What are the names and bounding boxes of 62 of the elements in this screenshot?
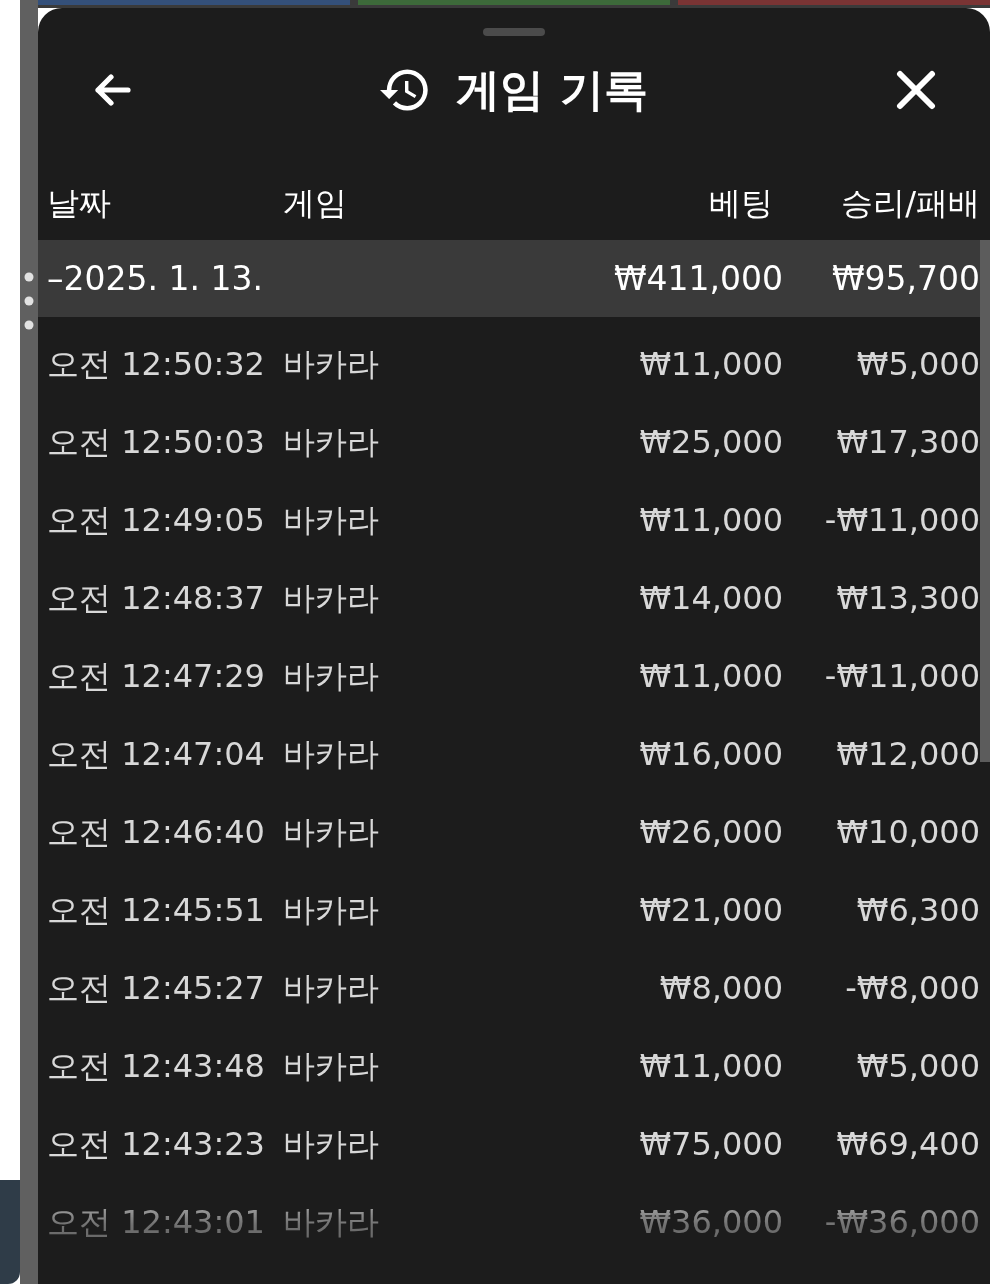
game-cell-text: 바카라 (283, 657, 380, 695)
game-cell-text: 바카라 (283, 969, 380, 1007)
time-cell-text: 오전 12:48:37 (47, 579, 266, 617)
drag-handle[interactable] (483, 28, 545, 36)
time-cell-text: 오전 12:50:32 (47, 345, 266, 383)
column-header: 게임 (283, 184, 348, 222)
game-cell-text: 바카라 (283, 813, 380, 851)
result-cell-text: ₩17,300 (835, 423, 980, 461)
time-cell-text: 오전 12:45:51 (47, 891, 266, 929)
game-cell-text: 바카라 (283, 735, 380, 773)
bet-cell-text: ₩14,000 (638, 579, 783, 617)
bet-cell-text: ₩36,000 (638, 1203, 783, 1241)
bet-cell-text: ₩21,000 (638, 891, 783, 929)
game-cell-text: 바카라 (283, 579, 380, 617)
time-cell-text: 오전 12:43:48 (47, 1047, 266, 1085)
result-cell-text: ₩5,000 (855, 1047, 980, 1085)
game-cell-text: 바카라 (283, 345, 380, 383)
time-cell-text: 오전 12:43:01 (47, 1203, 266, 1241)
game-cell-text: 바카라 (283, 891, 380, 929)
game-cell-text: 바카라 (283, 501, 380, 539)
date-group-row[interactable]: –2025. 1. 13. ₩411,000 ₩95,700 (38, 240, 980, 317)
game-cell-text: 바카라 (283, 1203, 380, 1241)
time-cell-text: 오전 12:47:04 (47, 735, 266, 773)
result-cell-text: ₩6,300 (855, 891, 980, 929)
result-cell-text: -₩36,000 (823, 1203, 980, 1241)
bet-cell-text: ₩11,000 (638, 657, 783, 695)
result-cell-text: ₩13,300 (835, 579, 980, 617)
result-cell-text: -₩8,000 (844, 969, 980, 1007)
result-cell-text: ₩10,000 (835, 813, 980, 851)
game-cell-text: 바카라 (283, 1047, 380, 1085)
sheet-title: 게임 기록 (456, 65, 648, 115)
bet-cell-text: ₩11,000 (638, 1047, 783, 1085)
result-cell-text: ₩69,400 (835, 1125, 980, 1163)
bet-cell-text: ₩26,000 (638, 813, 783, 851)
scrollbar-thumb[interactable] (980, 240, 990, 762)
time-cell-text: 오전 12:46:40 (47, 813, 266, 851)
result-total: ₩95,700 (830, 258, 980, 299)
game-cell-text: 바카라 (283, 1125, 380, 1163)
drag-handle-icon[interactable] (24, 272, 34, 330)
bet-cell-text: ₩8,000 (658, 969, 783, 1007)
time-cell-text: 오전 12:50:03 (47, 423, 266, 461)
time-cell-text: 오전 12:49:05 (47, 501, 266, 539)
bet-total: ₩411,000 (612, 258, 783, 299)
column-header: 베팅 (708, 184, 774, 222)
time-cell-text: 오전 12:45:27 (47, 969, 266, 1007)
bet-cell-text: ₩11,000 (638, 501, 783, 539)
column-header: 승리/패배 (840, 184, 980, 222)
bet-cell-text: ₩25,000 (638, 423, 783, 461)
time-cell-text: 오전 12:43:23 (47, 1125, 266, 1163)
history-icon (380, 69, 431, 111)
bet-cell-text: ₩11,000 (638, 345, 783, 383)
bet-cell-text: ₩75,000 (638, 1125, 783, 1163)
game-cell-text: 바카라 (283, 423, 380, 461)
result-cell-text: -₩11,000 (823, 657, 980, 695)
close-icon (896, 70, 936, 110)
date-label: –2025. 1. 13. (47, 258, 264, 299)
result-cell-text: ₩5,000 (855, 345, 980, 383)
bet-cell-text: ₩16,000 (638, 735, 783, 773)
time-cell-text: 오전 12:47:29 (47, 657, 266, 695)
result-cell-text: -₩11,000 (823, 501, 980, 539)
column-header: 날짜 (47, 184, 112, 222)
result-cell-text: ₩12,000 (835, 735, 980, 773)
